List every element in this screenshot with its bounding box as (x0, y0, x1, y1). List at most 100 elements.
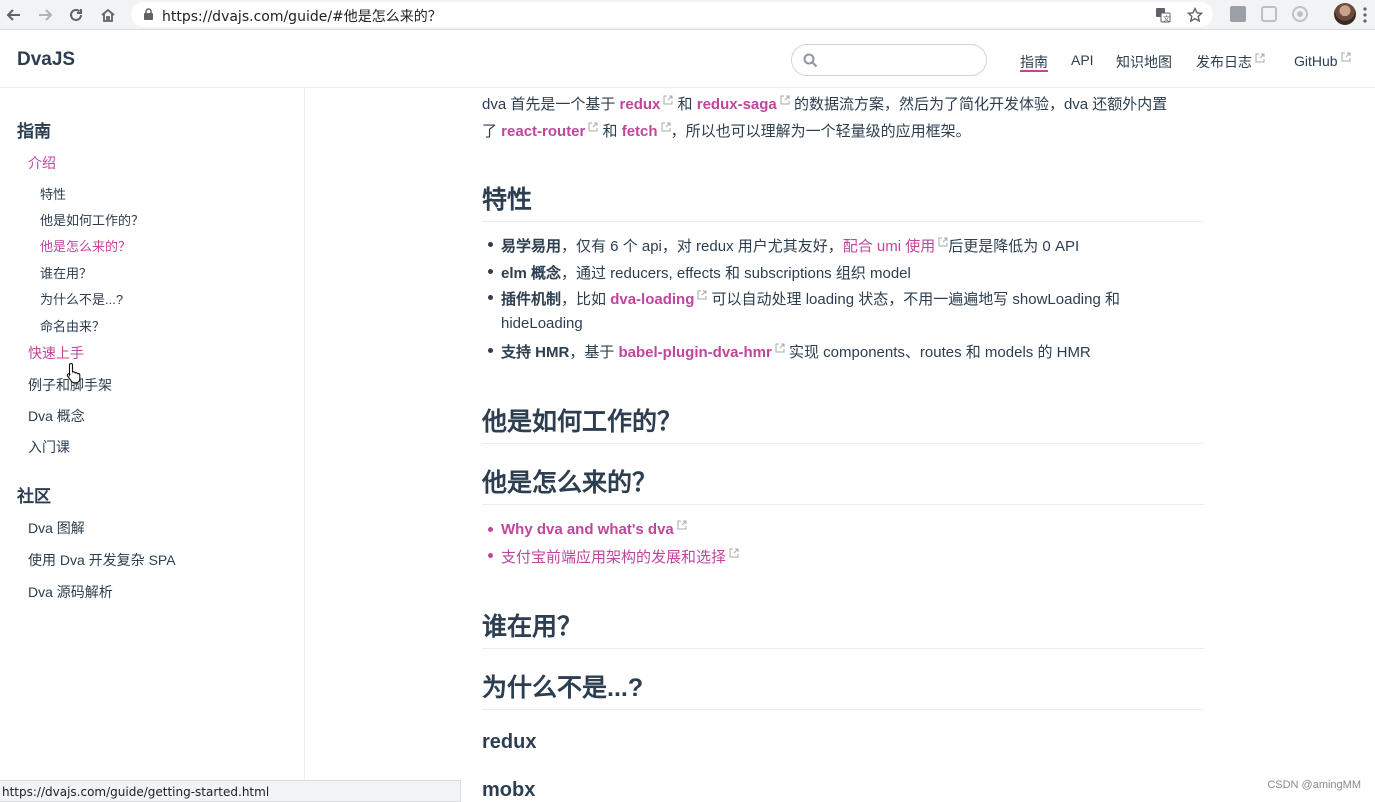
heading-how-it-works: 他是如何工作的？ (482, 402, 1204, 444)
bold-text: 支持 HMR (501, 344, 570, 361)
heading-who-uses: 谁在用？ (482, 607, 1204, 649)
text: ，仅有 6 个 api，对 redux 用户尤其友好， (561, 238, 843, 255)
external-link-icon (780, 95, 790, 105)
sidebar-subitem-origin[interactable]: 他是怎么来的？ (40, 236, 131, 255)
link-use-with-umi[interactable]: 配合 umi 使用 (843, 238, 936, 255)
external-link-icon (588, 122, 598, 132)
sidebar-item-concepts[interactable]: Dva 概念 (28, 406, 85, 426)
hand-cursor-icon (66, 362, 81, 384)
back-button[interactable] (3, 4, 25, 26)
browser-toolbar: https://dvajs.com/guide/#他是怎么来的？ 文 (0, 0, 1375, 30)
list-bullet (488, 553, 493, 558)
search-box[interactable] (791, 44, 987, 76)
nav-github[interactable]: GitHub (1294, 52, 1351, 69)
heading-mobx: mobx (482, 779, 536, 801)
bold-text: 易学易用 (501, 238, 562, 255)
external-link-icon (775, 343, 785, 353)
search-input[interactable] (822, 50, 976, 72)
link-fetch[interactable]: fetch (622, 123, 658, 140)
list-item: elm 概念，通过 reducers, effects 和 subscripti… (501, 262, 911, 283)
text: ，通过 reducers, effects 和 subscriptions 组织… (561, 265, 911, 282)
reload-icon (70, 8, 82, 21)
avatar[interactable] (1334, 3, 1356, 25)
home-button[interactable] (97, 4, 119, 26)
text: 实现 components、routes 和 models 的 HMR (784, 344, 1091, 361)
extension-icon[interactable] (1229, 5, 1247, 23)
external-link-icon (1255, 53, 1265, 63)
link-why-dva[interactable]: Why dva and what's dva (501, 521, 674, 538)
svg-text:文: 文 (1163, 14, 1170, 23)
text: 和 (598, 123, 622, 140)
home-icon (101, 8, 115, 22)
sidebar-item-diagram[interactable]: Dva 图解 (28, 518, 85, 538)
list-item: 支持 HMR，基于 babel-plugin-dva-hmr 实现 compon… (501, 341, 1091, 362)
nav-knowledge-map[interactable]: 知识地图 (1116, 52, 1172, 72)
link-babel-plugin-dva-hmr[interactable]: babel-plugin-dva-hmr (619, 344, 772, 361)
nav-github-label: GitHub (1294, 53, 1338, 69)
external-link-icon (677, 520, 687, 530)
text: ，比如 (561, 291, 611, 308)
sidebar-subitem-how-it-works[interactable]: 他是如何工作的？ (40, 210, 144, 229)
nav-changelog[interactable]: 发布日志 (1196, 52, 1265, 72)
link-dva-loading[interactable]: dva-loading (610, 291, 694, 308)
translate-icon[interactable]: 文 (1155, 7, 1171, 23)
arrow-right-icon (39, 9, 53, 21)
link-redux-saga[interactable]: redux-saga (697, 96, 777, 113)
list-bullet (488, 242, 493, 247)
external-link-icon (663, 95, 673, 105)
extension-icon[interactable] (1260, 5, 1278, 23)
bold-text: elm 概念 (501, 265, 562, 282)
watermark: CSDN @amingMM (1267, 779, 1361, 791)
site-title[interactable]: DvaJS (17, 49, 75, 71)
address-bar[interactable]: https://dvajs.com/guide/#他是怎么来的？ 文 (131, 2, 1213, 27)
text: ，基于 (569, 344, 619, 361)
bold-text: 插件机制 (501, 291, 562, 308)
arrow-left-icon (6, 9, 20, 21)
list-item: 支付宝前端应用架构的发展和选择 (501, 546, 739, 567)
heading-origin: 他是怎么来的？ (482, 463, 1204, 505)
reload-button[interactable] (65, 4, 87, 26)
nav-changelog-label: 发布日志 (1196, 54, 1252, 70)
forward-button[interactable] (34, 4, 56, 26)
list-bullet (488, 269, 493, 274)
link-react-router[interactable]: react-router (501, 123, 585, 140)
list-bullet (488, 295, 493, 300)
list-item-continuation: hideLoading (501, 315, 583, 332)
sidebar-group-guide: 指南 (17, 122, 51, 141)
text: ，所以也可以理解为一个轻量级的应用框架。 (670, 123, 971, 140)
nav-active-indicator (1020, 70, 1048, 72)
intro-paragraph-line: dva 首先是一个基于 redux 和 redux-saga 的数据流方案，然后… (482, 93, 1167, 114)
heading-features: 特性 (482, 180, 1204, 222)
sidebar-item-quick-start[interactable]: 快速上手 (28, 343, 84, 363)
extension-icon[interactable] (1291, 5, 1309, 23)
nav-guide[interactable]: 指南 (1020, 52, 1048, 72)
link-alipay-architecture[interactable]: 支付宝前端应用架构的发展和选择 (501, 549, 726, 566)
external-link-icon (729, 548, 739, 558)
sidebar-item-complex-spa[interactable]: 使用 Dva 开发复杂 SPA (28, 550, 176, 570)
bookmark-star-icon[interactable] (1187, 7, 1203, 23)
sidebar-subitem-features[interactable]: 特性 (40, 184, 66, 203)
text: 和 (673, 96, 697, 113)
list-bullet (488, 527, 493, 532)
link-redux[interactable]: redux (620, 96, 661, 113)
search-icon (803, 53, 818, 68)
site-header: DvaJS 指南 API 知识地图 发布日志 GitHub (0, 30, 1375, 88)
sidebar-item-intro[interactable]: 介绍 (28, 153, 56, 173)
heading-why-not: 为什么不是...? (482, 668, 1204, 710)
text: 后更是降低为 0 API (948, 238, 1080, 255)
sidebar-item-source-analysis[interactable]: Dva 源码解析 (28, 582, 113, 602)
list-item: Why dva and what's dva (501, 520, 687, 538)
heading-redux: redux (482, 731, 537, 753)
external-link-icon (661, 122, 671, 132)
sidebar-subitem-why-not[interactable]: 为什么不是...? (40, 289, 123, 308)
sidebar-group-community: 社区 (17, 487, 51, 506)
sidebar-subitem-who-uses[interactable]: 谁在用？ (40, 263, 92, 282)
link-status-bar: https://dvajs.com/guide/getting-started.… (0, 780, 461, 802)
list-bullet (488, 348, 493, 353)
nav-api[interactable]: API (1071, 52, 1094, 68)
more-vert-icon[interactable] (1363, 7, 1367, 23)
sidebar-subitem-naming[interactable]: 命名由来？ (40, 316, 105, 335)
list-item: 易学易用，仅有 6 个 api，对 redux 用户尤其友好，配合 umi 使用… (501, 235, 1079, 256)
sidebar-item-course[interactable]: 入门课 (28, 437, 70, 457)
main-content: dva 首先是一个基于 redux 和 redux-saga 的数据流方案，然后… (305, 88, 1375, 802)
